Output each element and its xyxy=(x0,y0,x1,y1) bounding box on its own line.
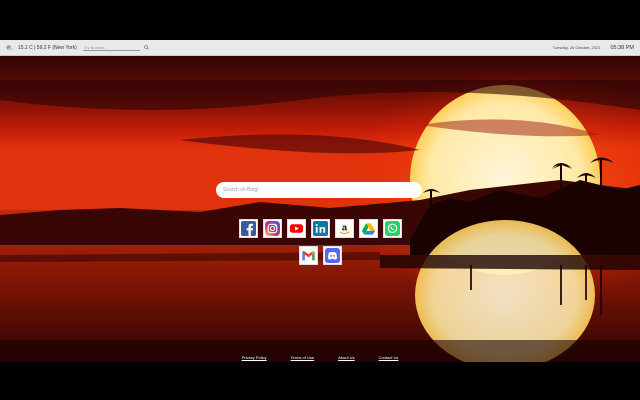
svg-text:a: a xyxy=(341,222,347,232)
date-text: Tuesday, 26 October, 2021 xyxy=(552,45,601,50)
discord-icon xyxy=(324,248,340,263)
apps-row: a xyxy=(0,219,640,238)
google-drive-app-tile[interactable] xyxy=(358,219,378,238)
instagram-icon xyxy=(264,221,280,236)
new-tab-page: 15.1 C | 59.2 F (New York) Try Browse...… xyxy=(0,40,640,362)
time-text: 05:38 PM xyxy=(610,44,634,51)
youtube-app-tile[interactable] xyxy=(286,219,306,238)
whatsapp-app-tile[interactable] xyxy=(382,219,402,238)
contact-us-link[interactable]: Contact Us xyxy=(379,355,399,360)
privacy-policy-link[interactable]: Privacy Policy xyxy=(242,355,267,360)
whatsapp-icon xyxy=(384,221,400,236)
gmail-icon xyxy=(301,250,315,261)
terms-of-use-link[interactable]: Terms of Use xyxy=(291,355,315,360)
sunset-background xyxy=(0,40,640,362)
instagram-app-tile[interactable] xyxy=(262,219,282,238)
google-drive-icon xyxy=(361,223,375,235)
apps-row-2 xyxy=(0,246,640,265)
weather-icon xyxy=(6,45,13,51)
footer-links: Privacy Policy Terms of Use About Us Con… xyxy=(0,355,640,360)
gmail-app-tile[interactable] xyxy=(298,246,318,265)
discord-app-tile[interactable] xyxy=(322,246,342,265)
youtube-icon xyxy=(289,224,303,233)
amazon-app-tile[interactable]: a xyxy=(334,219,354,238)
about-us-link[interactable]: About Us xyxy=(338,355,354,360)
linkedin-app-tile[interactable] xyxy=(310,219,330,238)
top-bar: 15.1 C | 59.2 F (New York) Try Browse...… xyxy=(0,40,640,56)
search-icon[interactable] xyxy=(144,45,149,50)
facebook-app-tile[interactable] xyxy=(238,219,258,238)
amazon-icon: a xyxy=(339,222,350,234)
linkedin-icon xyxy=(312,221,328,236)
bing-search-input[interactable]: Search on Bing! xyxy=(216,182,422,198)
weather-text: 15.1 C | 59.2 F (New York) xyxy=(18,44,77,51)
top-search-input[interactable]: Try Browse... xyxy=(82,44,140,51)
facebook-icon xyxy=(240,221,256,236)
